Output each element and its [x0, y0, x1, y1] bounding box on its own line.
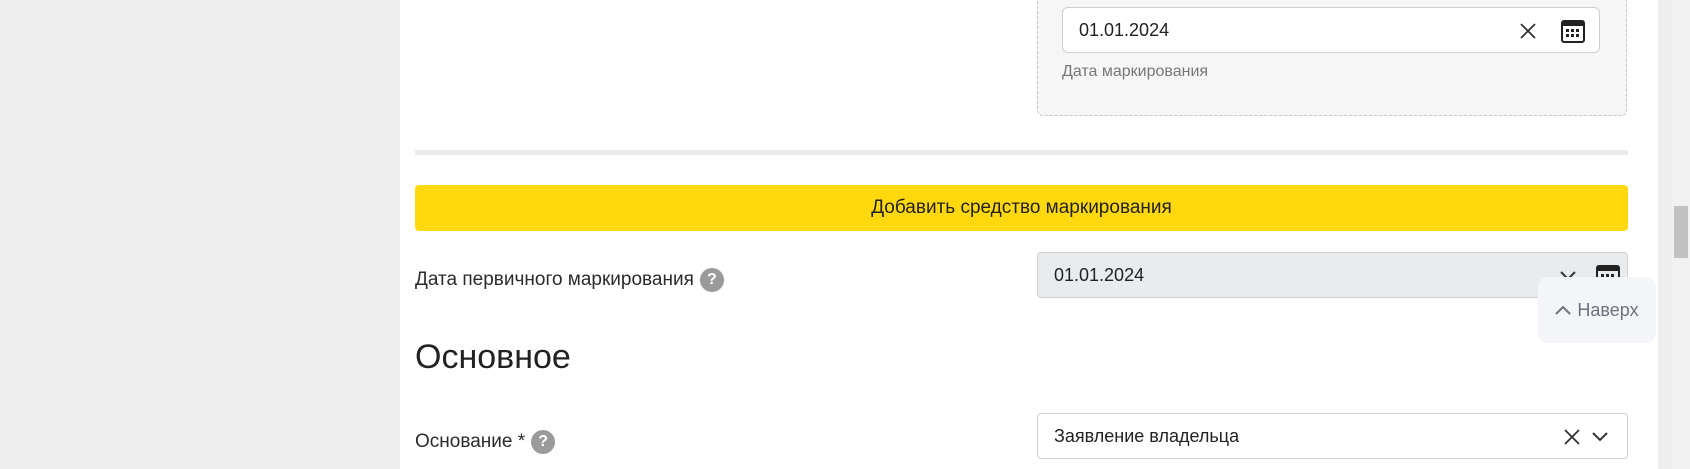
close-icon — [1564, 429, 1580, 445]
close-icon — [1520, 23, 1536, 39]
basis-label-text: Основание * — [415, 431, 526, 452]
marking-date-group: 01.01.2024 Дата маркирования — [1037, 0, 1627, 116]
primary-marking-date-label: Дата первичного маркирования ? — [415, 268, 724, 292]
chevron-down-icon — [1592, 432, 1608, 442]
basis-value: Заявление владельца — [1054, 426, 1240, 446]
basis-clear-button[interactable] — [1562, 427, 1582, 447]
form-content: 01.01.2024 Дата маркирования Добавить ср… — [400, 0, 1658, 469]
section-title: Основное — [415, 338, 571, 376]
marking-date-hint: Дата маркирования — [1062, 63, 1209, 80]
basis-label: Основание * ? — [415, 430, 556, 454]
clear-date-button[interactable] — [1517, 20, 1539, 42]
calendar-icon — [1561, 20, 1585, 43]
calendar-button[interactable] — [1559, 17, 1587, 45]
back-to-top-label: Наверх — [1577, 299, 1639, 320]
marking-date-input[interactable]: 01.01.2024 — [1062, 7, 1600, 53]
primary-marking-date-label-text: Дата первичного маркирования — [415, 269, 694, 290]
chevron-up-icon — [1555, 305, 1572, 315]
back-to-top-button[interactable]: Наверх — [1538, 277, 1656, 343]
marking-date-value: 01.01.2024 — [1079, 20, 1170, 40]
scrollbar-thumb[interactable] — [1674, 206, 1688, 258]
basis-dropdown-button[interactable] — [1590, 428, 1610, 446]
help-icon[interactable]: ? — [531, 430, 556, 454]
section-divider — [415, 150, 1628, 155]
page-scrollbar[interactable] — [1672, 0, 1690, 469]
page: 01.01.2024 Дата маркирования Добавить ср… — [0, 0, 1690, 469]
add-marking-button[interactable]: Добавить средство маркирования — [415, 185, 1628, 231]
basis-select[interactable]: Заявление владельца — [1037, 413, 1628, 459]
help-icon[interactable]: ? — [699, 268, 724, 292]
primary-marking-date-value: 01.01.2024 — [1054, 265, 1145, 285]
